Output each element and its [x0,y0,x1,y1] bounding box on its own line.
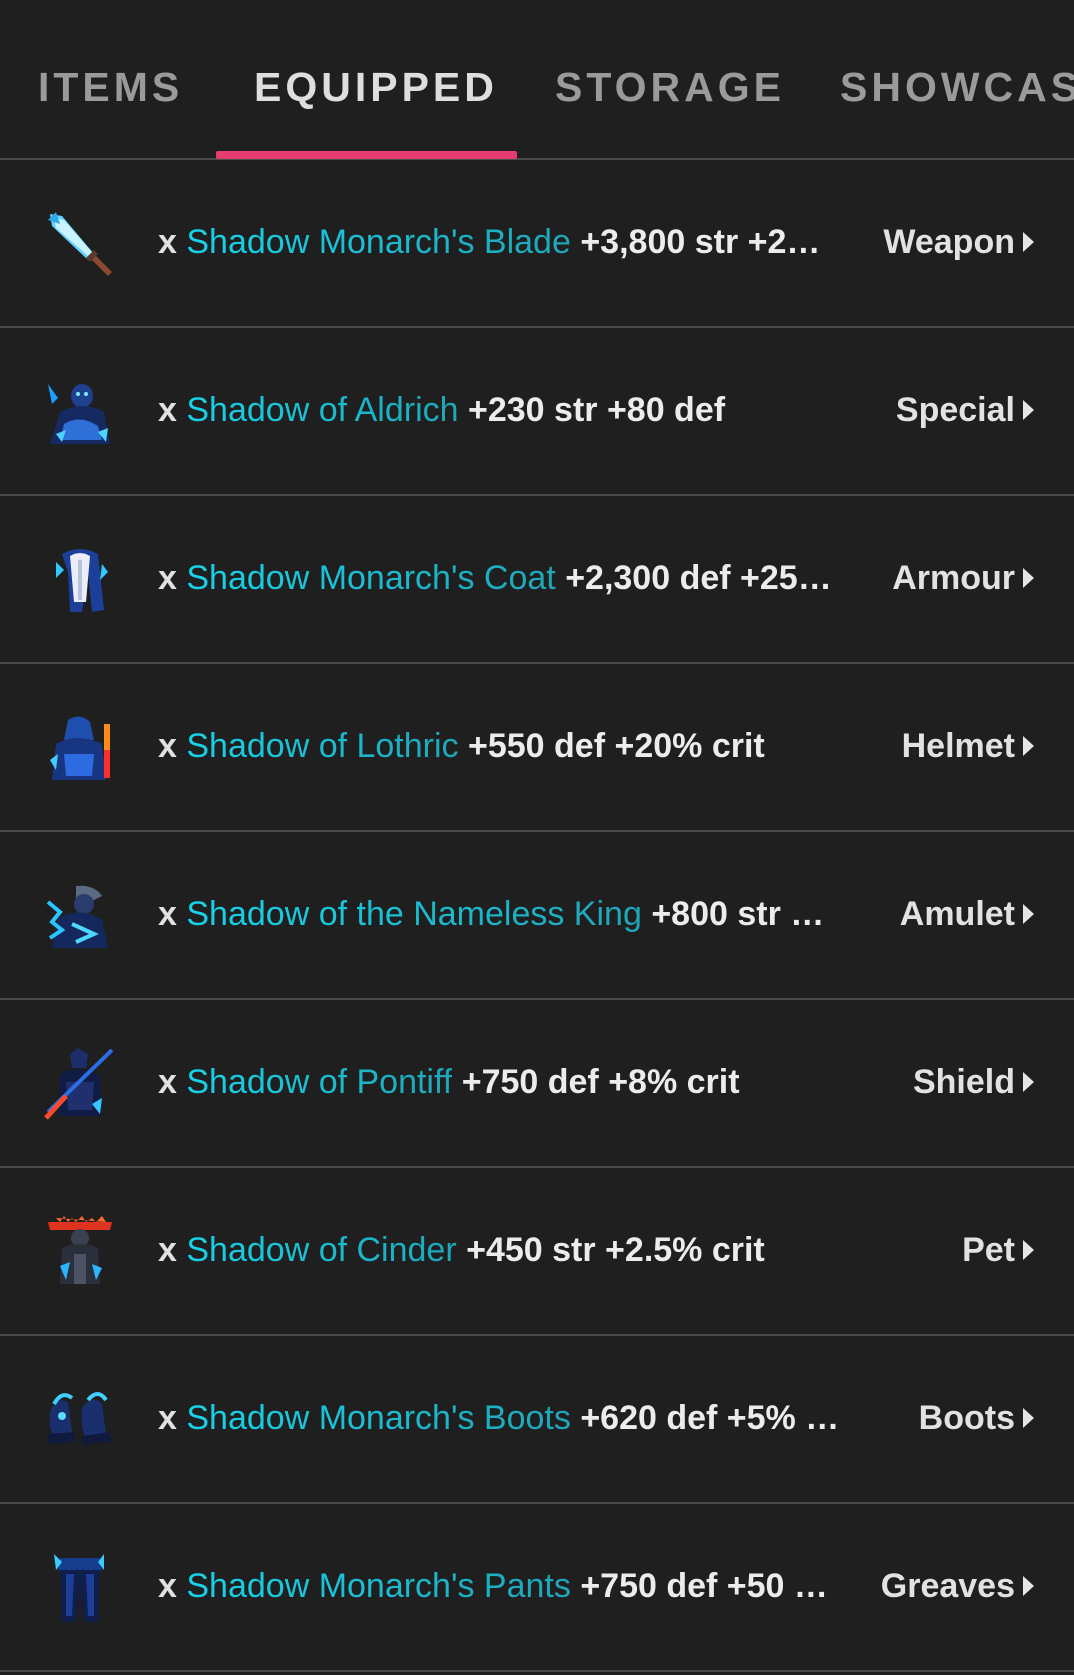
item-stats: +230 str +80 def [468,391,726,429]
caret-right-icon [1023,736,1034,756]
caret-right-icon [1023,400,1034,420]
slot-selector[interactable]: Greaves [881,1560,1034,1612]
item-quantity: x [158,727,177,765]
equipped-row-armour[interactable]: x Shadow Monarch's Coat +2,300 def +25… … [0,496,1074,664]
caret-right-icon [1023,232,1034,252]
tab-items[interactable]: ITEMS [38,62,183,112]
caret-right-icon [1023,1072,1034,1092]
item-line: x Shadow of the Nameless King +800 str … [158,888,848,940]
item-name[interactable]: Shadow of Pontiff [186,1063,452,1101]
tab-storage[interactable]: STORAGE [555,62,785,112]
item-stats: +750 def +50 … [580,1567,828,1605]
sword-icon [42,206,118,282]
item-line: x Shadow of Aldrich +230 str +80 def [158,384,848,436]
slot-selector[interactable]: Special [896,384,1034,436]
equipped-row-special[interactable]: x Shadow of Aldrich +230 str +80 def Spe… [0,328,1074,496]
boots-icon [42,1382,118,1458]
slot-selector[interactable]: Armour [892,552,1034,604]
item-line: x Shadow Monarch's Pants +750 def +50 … [158,1560,848,1612]
tab-showcase[interactable]: SHOWCASE [840,62,1074,112]
slot-label: Amulet [899,894,1015,933]
slot-selector[interactable]: Pet [962,1224,1034,1276]
slot-selector[interactable]: Shield [913,1056,1034,1108]
flame-crown-knight-icon [42,1214,118,1290]
item-quantity: x [158,895,177,933]
slot-selector[interactable]: Amulet [900,888,1034,940]
caret-right-icon [1023,1576,1034,1596]
item-name[interactable]: Shadow of Aldrich [186,391,458,429]
item-line: x Shadow Monarch's Coat +2,300 def +25… [158,552,848,604]
item-name[interactable]: Shadow Monarch's Coat [186,559,555,597]
item-quantity: x [158,1231,177,1269]
caret-right-icon [1023,1240,1034,1260]
item-line: x Shadow Monarch's Boots +620 def +5% … [158,1392,848,1444]
slot-label: Special [895,390,1015,429]
item-line: x Shadow Monarch's Blade +3,800 str +2… [158,216,848,268]
slot-label: Greaves [880,1566,1015,1605]
equipped-row-pet[interactable]: x Shadow of Cinder +450 str +2.5% crit P… [0,1168,1074,1336]
item-stats: +3,800 str +2… [580,223,821,261]
slot-label: Shield [912,1062,1015,1101]
item-quantity: x [158,1063,177,1101]
tab-bar: ITEMS EQUIPPED STORAGE SHOWCASE [0,0,1074,160]
item-stats: +620 def +5% … [580,1399,840,1437]
shadow-king-icon [42,878,118,954]
item-line: x Shadow of Lothric +550 def +20% crit [158,720,848,772]
caret-right-icon [1023,904,1034,924]
slot-label: Pet [962,1230,1015,1269]
item-stats: +550 def +20% crit [468,727,765,765]
slot-selector[interactable]: Weapon [883,216,1034,268]
equipped-row-greaves[interactable]: x Shadow Monarch's Pants +750 def +50 … … [0,1504,1074,1672]
item-stats: +2,300 def +25… [565,559,832,597]
equipped-list: x Shadow Monarch's Blade +3,800 str +2… … [0,160,1074,1672]
slot-label: Helmet [901,726,1015,765]
equipped-row-amulet[interactable]: x Shadow of the Nameless King +800 str …… [0,832,1074,1000]
slot-label: Armour [892,558,1015,597]
shadow-knight-icon [42,374,118,450]
equipped-row-shield[interactable]: x Shadow of Pontiff +750 def +8% crit Sh… [0,1000,1074,1168]
item-line: x Shadow of Pontiff +750 def +8% crit [158,1056,848,1108]
equipped-row-weapon[interactable]: x Shadow Monarch's Blade +3,800 str +2… … [0,160,1074,328]
equipped-row-boots[interactable]: x Shadow Monarch's Boots +620 def +5% … … [0,1336,1074,1504]
item-quantity: x [158,1567,177,1605]
item-quantity: x [158,559,177,597]
tab-equipped[interactable]: EQUIPPED [254,62,498,112]
slot-label: Boots [918,1398,1015,1437]
pants-icon [42,1550,118,1626]
item-name[interactable]: Shadow of the Nameless King [186,895,641,933]
item-stats: +450 str +2.5% crit [466,1231,765,1269]
hooded-knight-icon [42,710,118,786]
item-quantity: x [158,1399,177,1437]
item-name[interactable]: Shadow Monarch's Boots [186,1399,570,1437]
slot-selector[interactable]: Helmet [902,720,1034,772]
active-tab-indicator [216,151,517,159]
item-line: x Shadow of Cinder +450 str +2.5% crit [158,1224,848,1276]
coat-icon [42,542,118,618]
caret-right-icon [1023,568,1034,588]
item-stats: +800 str … [651,895,825,933]
slot-label: Weapon [883,222,1015,261]
item-quantity: x [158,391,177,429]
item-name[interactable]: Shadow Monarch's Blade [186,223,571,261]
item-stats: +750 def +8% crit [461,1063,740,1101]
caret-right-icon [1023,1408,1034,1428]
item-quantity: x [158,223,177,261]
slot-selector[interactable]: Boots [919,1392,1034,1444]
spear-knight-icon [42,1046,118,1122]
item-name[interactable]: Shadow Monarch's Pants [186,1567,570,1605]
item-name[interactable]: Shadow of Cinder [186,1231,456,1269]
equipped-row-helmet[interactable]: x Shadow of Lothric +550 def +20% crit H… [0,664,1074,832]
item-name[interactable]: Shadow of Lothric [186,727,458,765]
